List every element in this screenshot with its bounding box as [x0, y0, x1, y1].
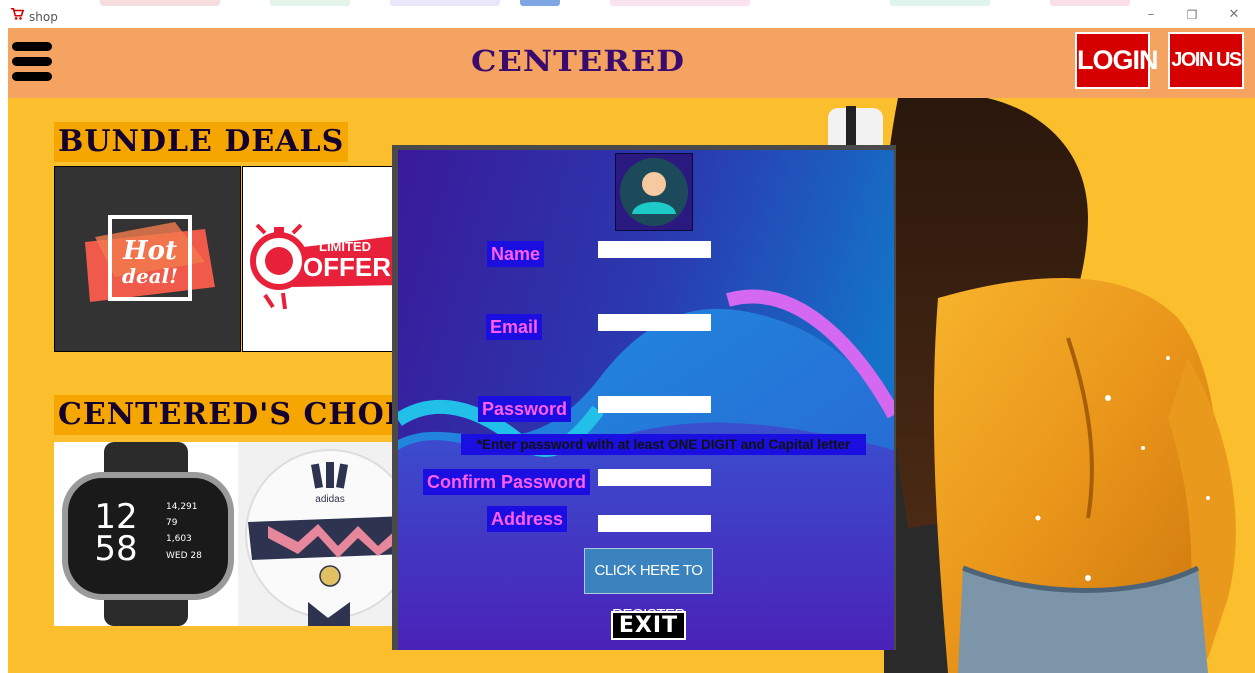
password-hint: *Enter password with at least ONE DIGIT … [461, 434, 866, 455]
smartwatch-product-tile[interactable]: 12 58 14,291 79 1,603 WED 28 [54, 442, 238, 626]
svg-text:WED 28: WED 28 [166, 551, 202, 561]
football-graphic: adidas [238, 442, 400, 626]
svg-text:79: 79 [166, 518, 178, 528]
svg-text:deal!: deal! [122, 264, 178, 288]
football-product-tile[interactable]: adidas [238, 442, 400, 626]
email-label: Email [486, 314, 543, 340]
confirm-password-label: Confirm Password [423, 469, 591, 495]
svg-text:adidas: adidas [315, 494, 344, 505]
svg-text:1,603: 1,603 [166, 534, 192, 544]
login-button[interactable]: LOGIN [1075, 32, 1159, 89]
close-button[interactable]: ✕ [1219, 4, 1249, 26]
svg-text:14,291: 14,291 [166, 502, 198, 512]
brand-title: CENTERED [470, 43, 686, 79]
password-label: Password [478, 396, 572, 422]
app-header: CENTERED LOGIN JOIN US NOW [8, 28, 1255, 124]
exit-button[interactable]: EXIT [611, 611, 686, 640]
name-input[interactable] [598, 241, 711, 258]
avatar-frame [615, 153, 693, 231]
password-input[interactable] [598, 396, 711, 413]
limited-offer-graphic: LIMITED OFFER [243, 167, 399, 351]
smartwatch-graphic: 12 58 14,291 79 1,603 WED 28 [54, 442, 238, 626]
hot-deal-graphic: Hot deal! [55, 167, 240, 351]
shopping-cart-icon [10, 7, 24, 20]
limited-offer-tile[interactable]: LIMITED OFFER [242, 166, 400, 352]
maximize-button[interactable]: ❐ [1177, 4, 1207, 26]
background-banner-strip [90, 0, 1140, 8]
svg-text:58: 58 [94, 529, 137, 569]
confirm-password-input[interactable] [598, 469, 711, 486]
join-us-now-button[interactable]: JOIN US NOW [1168, 32, 1244, 124]
svg-text:OFFER: OFFER [303, 252, 391, 282]
email-input[interactable] [598, 314, 711, 331]
user-avatar-icon [620, 158, 688, 226]
address-label: Address [487, 506, 568, 532]
address-input[interactable] [598, 515, 711, 532]
window-titlebar: shop – ❐ ✕ [0, 0, 1255, 28]
name-label: Name [487, 241, 545, 267]
svg-text:Hot: Hot [122, 236, 177, 266]
minimize-button[interactable]: – [1136, 4, 1166, 26]
hot-deal-tile[interactable]: Hot deal! [54, 166, 241, 352]
window-title: shop [29, 10, 58, 24]
register-button[interactable]: CLICK HERE TO REGISTER [584, 548, 713, 623]
bundle-deals-title: BUNDLE DEALS [54, 122, 349, 162]
hamburger-icon[interactable] [12, 42, 52, 82]
centereds-choice-title: CENTERED'S CHOIC [54, 395, 399, 435]
